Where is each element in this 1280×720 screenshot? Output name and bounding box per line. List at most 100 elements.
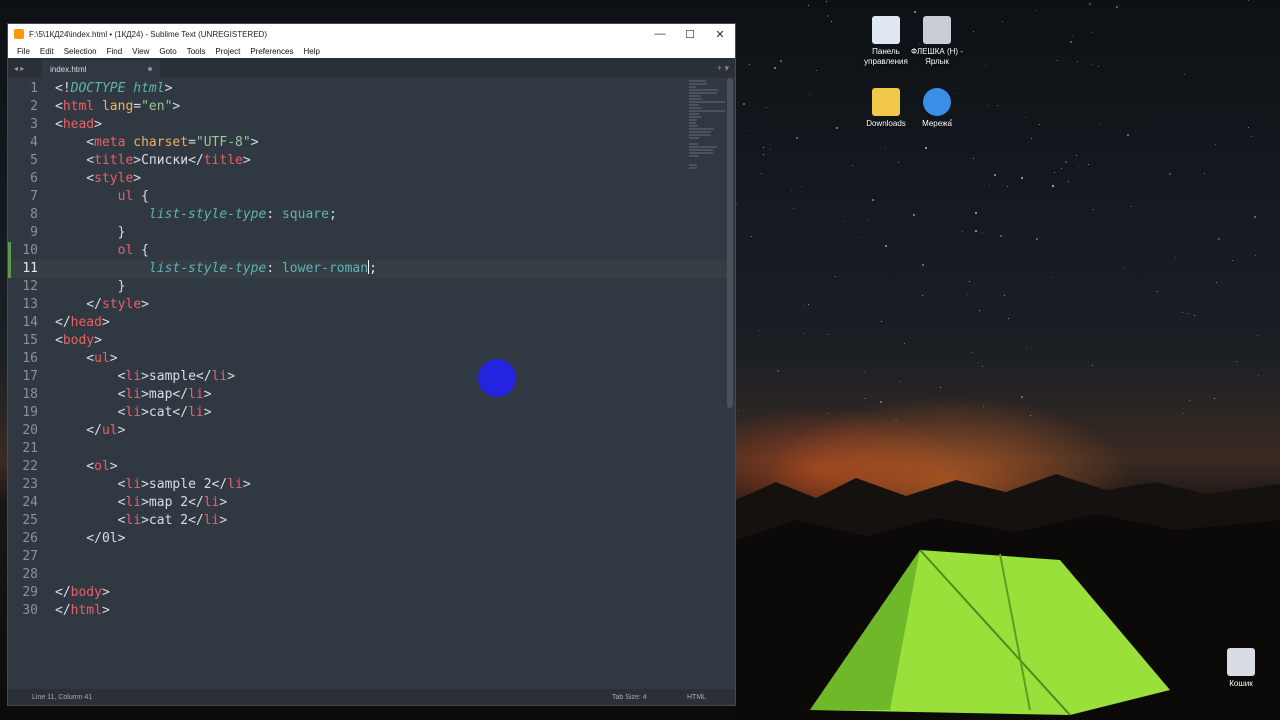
- title-bar[interactable]: F:\5\1КД24\index.html • (1КД24) - Sublim…: [8, 24, 735, 44]
- minimap-line: [689, 125, 698, 127]
- tab-dropdown-icon[interactable]: + ▾: [717, 63, 729, 74]
- desktop-icon-recycle-bin[interactable]: Кошик: [1213, 648, 1269, 689]
- menu-project[interactable]: Project: [210, 47, 245, 56]
- code-token: <: [55, 495, 126, 510]
- menu-tools[interactable]: Tools: [182, 47, 211, 56]
- line-code: <li>sample 2</li>: [55, 476, 251, 494]
- minimap-line: [689, 110, 725, 112]
- code-token: </: [55, 603, 71, 618]
- code-line[interactable]: 24 <li>map 2</li>: [8, 494, 728, 512]
- desktop-icon-usb-drive[interactable]: ФЛЕШКА (H) - Ярлык: [909, 16, 965, 67]
- code-token: =: [133, 99, 142, 114]
- code-line[interactable]: 30 </html>: [8, 602, 728, 620]
- code-token: html: [133, 81, 165, 96]
- code-token: ol: [117, 243, 134, 258]
- code-line[interactable]: 6 <style>: [8, 170, 728, 188]
- line-number: 6: [30, 171, 38, 186]
- code-line[interactable]: 10 ol {: [8, 242, 728, 260]
- code-line[interactable]: 19 <li>cat</li>: [8, 404, 728, 422]
- cursor-position: Line 11, Column 41: [32, 693, 93, 701]
- menu-goto[interactable]: Goto: [154, 47, 181, 56]
- star: [1248, 0, 1249, 1]
- minimap[interactable]: [689, 80, 725, 169]
- syntax-indicator[interactable]: HTML: [687, 694, 735, 701]
- code-line[interactable]: 7 ul {: [8, 188, 728, 206]
- unsaved-dot-icon[interactable]: [148, 67, 152, 71]
- star: [1068, 181, 1069, 182]
- desktop-icon-network[interactable]: Мережа: [909, 88, 965, 129]
- star: [982, 366, 983, 367]
- code-line[interactable]: 20 </ul>: [8, 422, 728, 440]
- code-token: <: [55, 477, 126, 492]
- tab-size-indicator[interactable]: Tab Size: 4: [612, 694, 687, 701]
- menu-help[interactable]: Help: [298, 47, 324, 56]
- minimap-line: [689, 98, 703, 100]
- code-line[interactable]: 29 </body>: [8, 584, 728, 602]
- code-line[interactable]: 1 <!DOCTYPE html>: [8, 80, 728, 98]
- code-line[interactable]: 17 <li>sample</li>: [8, 368, 728, 386]
- code-line[interactable]: 26 </0l>: [8, 530, 728, 548]
- code-token: style: [101, 297, 142, 312]
- minimize-button[interactable]: —: [645, 28, 675, 40]
- line-code: </style>: [55, 296, 149, 314]
- code-line[interactable]: 13 </style>: [8, 296, 728, 314]
- star: [872, 199, 874, 201]
- menu-preferences[interactable]: Preferences: [245, 47, 298, 56]
- code-line[interactable]: 18 <li>map</li>: [8, 386, 728, 404]
- star: [1007, 186, 1008, 187]
- code-line[interactable]: 27: [8, 548, 728, 566]
- code-line[interactable]: 23 <li>sample 2</li>: [8, 476, 728, 494]
- tab-nav-arrows-icon[interactable]: ◂ ▸: [8, 64, 42, 73]
- desktop-icon-downloads[interactable]: Downloads: [858, 88, 914, 129]
- close-button[interactable]: ✕: [705, 28, 735, 41]
- code-token: </: [55, 297, 102, 312]
- code-line[interactable]: 11 list-style-type: lower-roman;: [8, 260, 728, 278]
- menu-edit[interactable]: Edit: [35, 47, 59, 56]
- code-token: <: [55, 135, 95, 150]
- menu-file[interactable]: File: [12, 47, 35, 56]
- code-token: style: [94, 171, 134, 186]
- code-line[interactable]: 9 }: [8, 224, 728, 242]
- star: [808, 5, 809, 6]
- code-token: }: [55, 279, 126, 294]
- line-code: list-style-type: square;: [55, 206, 337, 224]
- code-line[interactable]: 2 <html lang="en">: [8, 98, 728, 116]
- tab-index-html[interactable]: index.html: [42, 60, 160, 78]
- code-line[interactable]: 16 <ul>: [8, 350, 728, 368]
- star: [1004, 295, 1005, 296]
- code-line[interactable]: 25 <li>cat 2</li>: [8, 512, 728, 530]
- code-line[interactable]: 28: [8, 566, 728, 584]
- code-line[interactable]: 21: [8, 440, 728, 458]
- star: [1091, 64, 1092, 65]
- star: [1031, 138, 1032, 139]
- code-token: >Списки</: [133, 153, 204, 168]
- menu-find[interactable]: Find: [102, 47, 128, 56]
- line-code: <li>map</li>: [55, 386, 212, 404]
- code-line[interactable]: 14 </head>: [8, 314, 728, 332]
- code-line[interactable]: 3 <head>: [8, 116, 728, 134]
- code-line[interactable]: 22 <ol>: [8, 458, 728, 476]
- star: [1204, 173, 1205, 174]
- line-number: 10: [22, 243, 38, 258]
- code-line[interactable]: 8 list-style-type: square;: [8, 206, 728, 224]
- code-line[interactable]: 15 <body>: [8, 332, 728, 350]
- star: [1052, 277, 1053, 278]
- minimap-line: [689, 137, 699, 139]
- star: [1123, 268, 1124, 269]
- star: [761, 173, 762, 174]
- code-token: li: [125, 387, 142, 402]
- code-line[interactable]: 12 }: [8, 278, 728, 296]
- desktop-icon-control-panel[interactable]: Панель управления: [858, 16, 914, 67]
- menu-selection[interactable]: Selection: [59, 47, 102, 56]
- star: [1183, 413, 1184, 414]
- maximize-button[interactable]: ☐: [675, 28, 705, 41]
- menu-view[interactable]: View: [127, 47, 154, 56]
- vertical-scrollbar[interactable]: [727, 78, 733, 408]
- line-code: ol {: [55, 242, 149, 260]
- code-editor[interactable]: 1 <!DOCTYPE html> 2 <html lang="en"> 3 <head>…: [8, 78, 735, 689]
- code-token: ol: [94, 459, 110, 474]
- code-line[interactable]: 5 <title>Списки</title>: [8, 152, 728, 170]
- code-token: >: [101, 315, 110, 330]
- code-line[interactable]: 4 <meta charset="UTF-8">: [8, 134, 728, 152]
- code-token: square: [281, 207, 329, 222]
